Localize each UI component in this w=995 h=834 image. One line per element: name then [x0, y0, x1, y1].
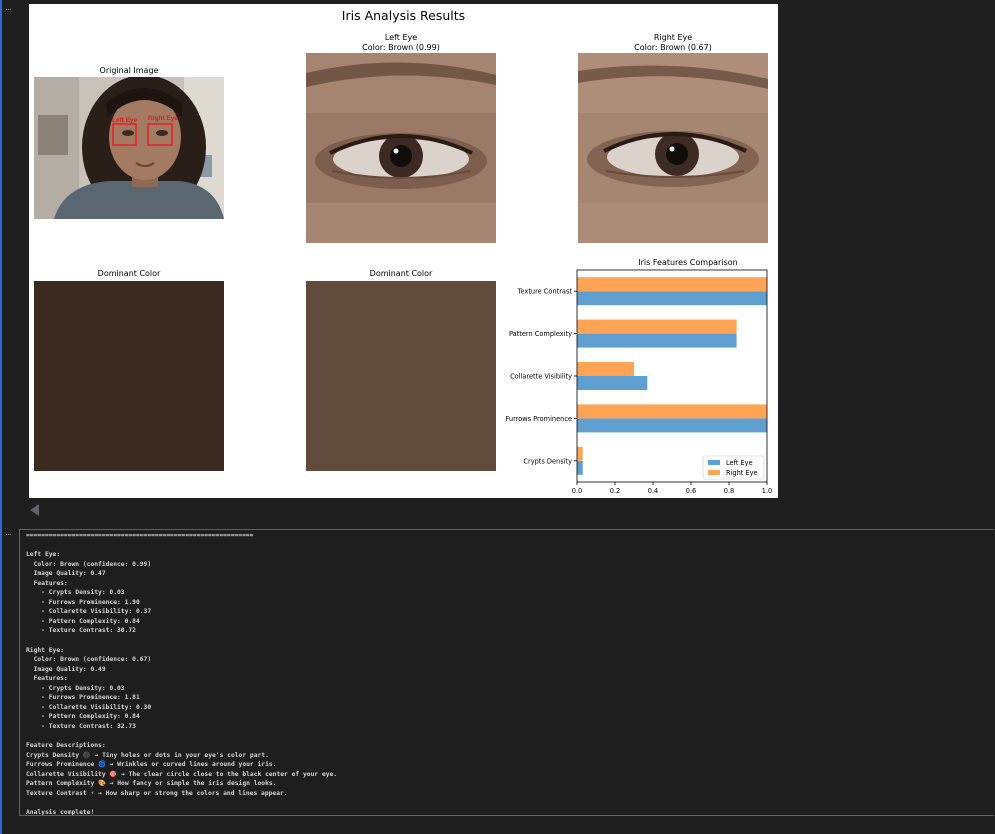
bar-left-eye-collarette-visibility: [577, 376, 648, 390]
right-eye-image: [578, 53, 768, 243]
bar-left-eye-furrows-prominence: [577, 418, 767, 433]
dominant-color-left-swatch: [34, 281, 224, 471]
x-tick-label: 0.4: [648, 487, 659, 495]
bar-right-eye-crypts-density: [577, 446, 583, 461]
x-tick-label: 0.6: [686, 487, 697, 495]
cell-focus-bar: [0, 0, 2, 834]
x-tick-label: 1.0: [762, 487, 773, 495]
figure-title: Iris Analysis Results: [341, 8, 466, 23]
original-image-title: Original Image: [99, 66, 159, 75]
left-eye-title-line1: Left Eye: [384, 33, 418, 42]
x-tick-label: 0.8: [724, 487, 735, 495]
right-eye-box-label: Right Eye: [148, 115, 178, 122]
left-eye-title-line2: Color: Brown (0.99): [362, 42, 440, 52]
x-tick-label: 0.2: [610, 487, 621, 495]
collapse-output-icon[interactable]: [30, 504, 39, 516]
bar-right-eye-texture-contrast: [577, 277, 767, 292]
y-tick-label: Crypts Density: [523, 457, 572, 465]
output-menu-icon[interactable]: ...: [5, 528, 12, 538]
bar-right-eye-collarette-visibility: [577, 362, 634, 376]
cell-menu-icon[interactable]: ...: [5, 3, 12, 13]
y-tick-label: Furrows Prominence: [505, 415, 572, 423]
chart-title: Iris Features Comparison: [638, 258, 737, 267]
legend-swatch-left-eye: [708, 460, 720, 465]
y-tick-label: Pattern Complexity: [509, 330, 572, 338]
chart-legend: Left Eye Right Eye: [702, 455, 765, 480]
text-output-panel: ========================================…: [19, 529, 994, 816]
x-tick-label: 0.0: [572, 487, 583, 495]
original-image: Left Eye Right Eye: [34, 77, 224, 219]
right-eye-title-line2: Color: Brown (0.67): [634, 42, 712, 52]
y-tick-label: Collarette Visibility: [510, 373, 572, 381]
analysis-text-output: ========================================…: [26, 532, 338, 816]
bar-right-eye-pattern-complexity: [577, 319, 737, 334]
bar-left-eye-pattern-complexity: [577, 333, 737, 348]
legend-label-right-eye: Right Eye: [726, 469, 758, 477]
dominant-color-left-title: Dominant Color: [97, 269, 161, 278]
right-eye-title-line1: Right Eye: [653, 33, 693, 42]
figure-output: Iris Analysis Results Original Image Lef…: [29, 4, 778, 498]
bar-right-eye-furrows-prominence: [577, 404, 767, 419]
left-eye-image: [306, 53, 496, 243]
right-eye-title: Right Eye Color: Brown (0.67): [578, 33, 768, 52]
legend-label-left-eye: Left Eye: [726, 459, 753, 467]
dominant-color-right-title: Dominant Color: [369, 269, 433, 278]
left-eye-title: Left Eye Color: Brown (0.99): [306, 33, 496, 52]
dominant-color-right-swatch: [306, 281, 496, 471]
legend-swatch-right-eye: [708, 470, 720, 475]
bar-left-eye-crypts-density: [577, 460, 583, 475]
iris-features-chart: Iris Features Comparison Crypts Density F…: [505, 258, 773, 495]
bar-left-eye-texture-contrast: [577, 291, 767, 306]
left-eye-box-label: Left Eye: [112, 117, 138, 124]
y-tick-label: Texture Contrast: [517, 288, 573, 296]
